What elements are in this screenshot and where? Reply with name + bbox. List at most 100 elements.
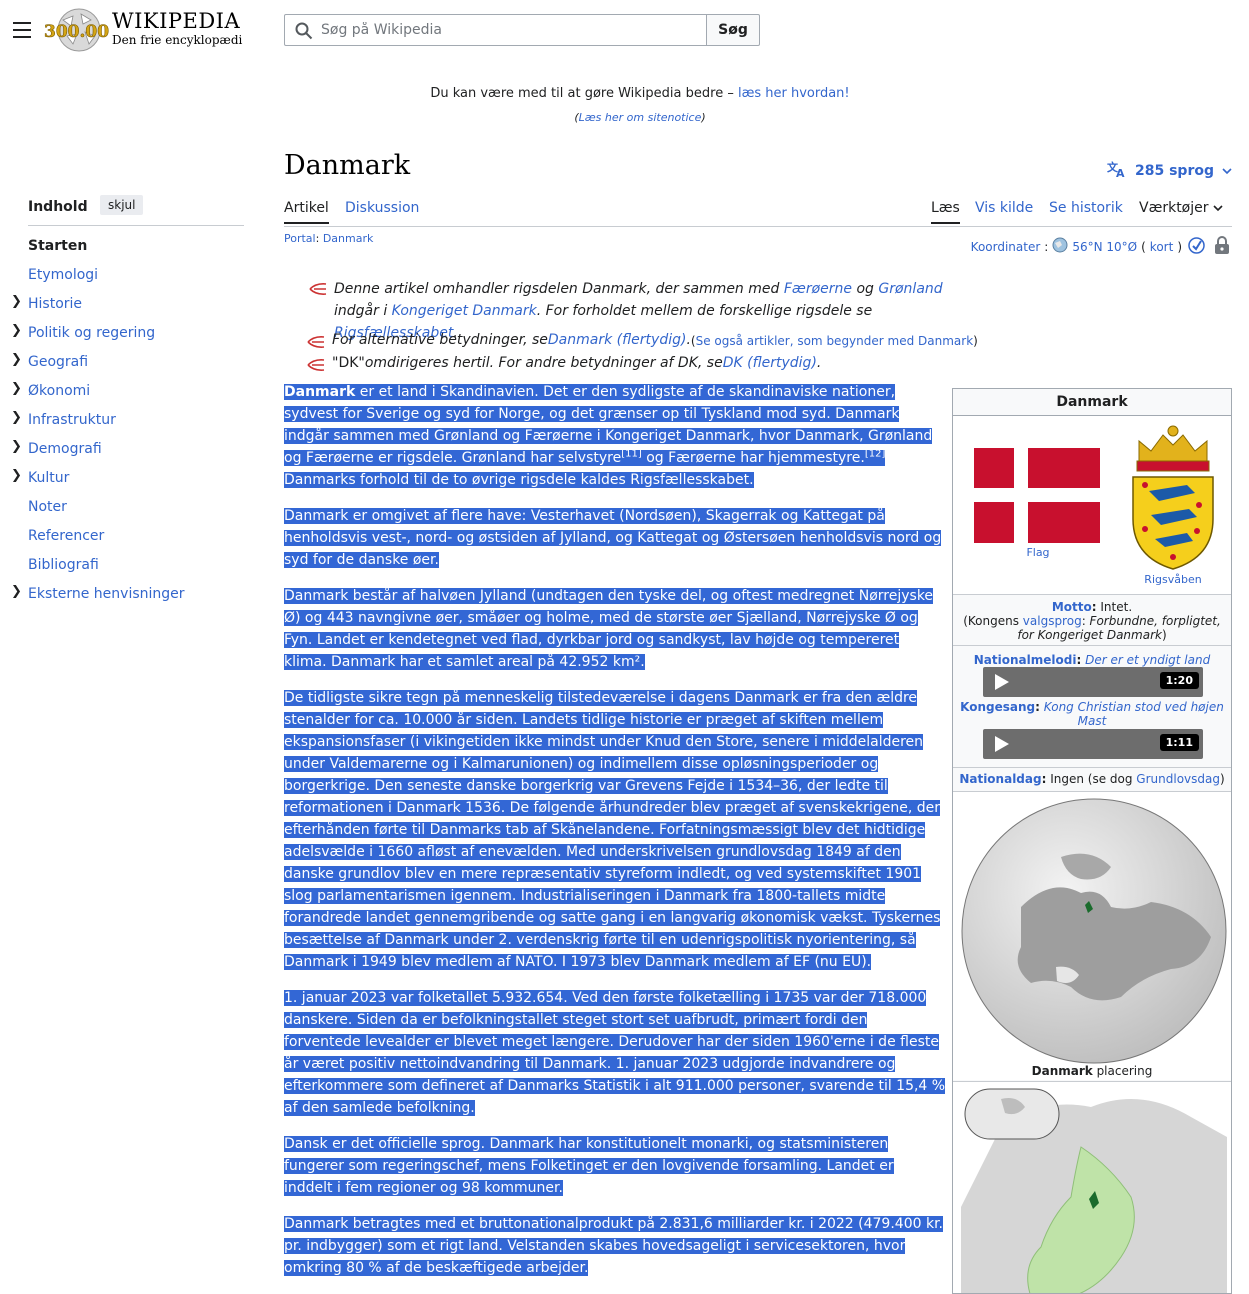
globe-map-image[interactable] <box>961 797 1227 1069</box>
paren-close: ) <box>1177 239 1182 254</box>
valgsprog-link[interactable]: valgsprog <box>1023 614 1082 628</box>
sitenotice-info-link[interactable]: Læs her om sitenotice <box>579 111 702 124</box>
logo-wordmark[interactable]: Wikipedia <box>112 9 240 33</box>
chevron-right-icon[interactable]: ❯ <box>11 294 22 309</box>
tab-discussion[interactable]: Diskussion <box>345 200 419 216</box>
reference-12[interactable]: [12] <box>865 448 886 459</box>
main-menu-button[interactable] <box>13 22 31 38</box>
chevron-right-icon[interactable]: ❯ <box>11 439 22 454</box>
hatnote-text: omdirigeres hertil. For andre betydninge… <box>364 355 723 371</box>
search-box <box>284 14 707 46</box>
reference-11[interactable]: [11] <box>621 448 642 459</box>
toc-item-bibliografi[interactable]: Bibliografi <box>28 557 99 573</box>
toc-item-infrastruktur[interactable]: Infrastruktur <box>28 412 116 428</box>
toc-item-politik[interactable]: Politik og regering <box>28 325 155 341</box>
paragraph-text: 1. januar 2023 var folketallet 5.932.654… <box>284 990 946 1116</box>
paragraph-intro: Danmark er et land i Skandinavien. Det e… <box>284 381 946 491</box>
link-prefix-search[interactable]: Se også artikler, som begynder med Danma… <box>696 334 974 348</box>
toc-divider <box>28 225 244 226</box>
chevron-right-icon[interactable]: ❯ <box>11 584 22 599</box>
tab-view-source[interactable]: Vis kilde <box>975 200 1033 216</box>
chevron-down-icon <box>1222 163 1232 179</box>
anthem-label[interactable]: Nationalmelodi <box>974 653 1077 667</box>
flag-caption[interactable]: Flag <box>1013 546 1063 559</box>
toc-item-okonomi[interactable]: Økonomi <box>28 383 90 399</box>
play-icon[interactable] <box>995 674 1009 690</box>
link-dk-flertydig[interactable]: DK (flertydig) <box>723 355 817 372</box>
coordinates: Koordinater: 56°N 10°Ø (kort) <box>971 237 1182 256</box>
toc-item-referencer[interactable]: Referencer <box>28 528 104 544</box>
portal-link-line: Portal: Danmark <box>284 232 373 245</box>
page-title: Danmark <box>284 150 411 181</box>
paragraph-text: Danmark er omgivet af flere have: Vester… <box>284 508 942 568</box>
chevron-right-icon[interactable]: ❯ <box>11 410 22 425</box>
chevron-right-icon[interactable]: ❯ <box>11 381 22 396</box>
disambiguation-icon <box>306 335 326 349</box>
map-link[interactable]: kort <box>1150 240 1174 254</box>
audio-player-royal-anthem[interactable]: 1:11 <box>983 729 1203 759</box>
audio-player-anthem[interactable]: 1:20 <box>983 667 1203 697</box>
paragraph-geography: Danmark består af halvøen Jylland (undta… <box>284 585 946 673</box>
hatnote-text: . <box>816 355 822 371</box>
paren-close: ) <box>701 111 706 124</box>
tab-history[interactable]: Se historik <box>1049 200 1123 216</box>
infobox-separator <box>953 767 1231 768</box>
disambiguation-icon <box>306 358 326 372</box>
link-danmark-flertydig[interactable]: Danmark (flertydig) <box>548 332 687 349</box>
toc-item-noter[interactable]: Noter <box>28 499 67 515</box>
svg-text:A: A <box>1116 167 1125 178</box>
chevron-right-icon[interactable]: ❯ <box>11 323 22 338</box>
toc-item-demografi[interactable]: Demografi <box>28 441 102 457</box>
language-count: 285 sprog <box>1135 163 1214 179</box>
tab-read[interactable]: Læs <box>931 200 960 224</box>
toc-hide-button[interactable]: skjul <box>100 195 144 215</box>
map-caption: Danmark placering <box>957 1064 1227 1078</box>
portal-danmark-link[interactable]: Danmark <box>323 232 374 245</box>
national-day: Nationaldag: Ingen (se dog Grundlovsdag) <box>957 772 1227 786</box>
toc-item-historie[interactable]: Historie <box>28 296 82 312</box>
paragraph-population: 1. januar 2023 var folketallet 5.932.654… <box>284 987 946 1119</box>
coordinates-value[interactable]: 56°N 10°Ø <box>1072 240 1137 254</box>
link-groenland[interactable]: Grønland <box>878 281 942 297</box>
toc-item-etymologi[interactable]: Etymologi <box>28 267 98 283</box>
chevron-right-icon[interactable]: ❯ <box>11 352 22 367</box>
coat-of-arms-image[interactable] <box>1129 421 1217 575</box>
sitenotice-info: (Læs her om sitenotice) <box>284 111 996 124</box>
link-kongeriget[interactable]: Kongeriget Danmark <box>392 303 537 319</box>
wikipedia-logo[interactable]: 300.000 <box>43 6 121 54</box>
anthem-link[interactable]: Der er et yndigt land <box>1085 653 1210 667</box>
motto-label[interactable]: Motto <box>1052 600 1092 614</box>
grundlovsdag-link[interactable]: Grundlovsdag <box>1136 772 1220 786</box>
portal-label[interactable]: Portal <box>284 232 316 245</box>
bold-danmark: Danmark <box>284 384 356 400</box>
motto-note: (Kongens <box>963 614 1023 628</box>
infobox-separator <box>953 594 1231 595</box>
link-faeroerne[interactable]: Færøerne <box>784 281 852 297</box>
toc-item-starten[interactable]: Starten <box>28 238 87 254</box>
royal-anthem: Kongesang: Kong Christian stod ved højen… <box>957 700 1227 728</box>
sitenotice-link[interactable]: læs her hvordan! <box>738 86 850 101</box>
language-button[interactable]: 文A 285 sprog <box>1107 160 1232 182</box>
toc-item-geografi[interactable]: Geografi <box>28 354 88 370</box>
search-input[interactable] <box>319 15 699 45</box>
paragraph-politics: Dansk er det officielle sprog. Danmark h… <box>284 1133 946 1199</box>
coordinates-label[interactable]: Koordinater <box>971 240 1041 254</box>
tab-tools[interactable]: Værktøjer <box>1139 200 1223 216</box>
national-day-label[interactable]: Nationaldag <box>959 772 1041 786</box>
chevron-down-icon <box>1213 200 1223 216</box>
eu-map-image[interactable] <box>961 1087 1227 1293</box>
royal-anthem-link[interactable]: Kong Christian stod ved højen Mast <box>1044 700 1224 728</box>
toc-item-kultur[interactable]: Kultur <box>28 470 69 486</box>
toc-item-eksterne[interactable]: Eksterne henvisninger <box>28 586 185 602</box>
search-button[interactable]: Søg <box>706 14 760 46</box>
royal-anthem-label[interactable]: Kongesang <box>960 700 1035 714</box>
disambiguation-icon <box>308 281 328 295</box>
lock-icon[interactable] <box>1214 236 1230 259</box>
play-icon[interactable] <box>995 736 1009 752</box>
chevron-right-icon[interactable]: ❯ <box>11 468 22 483</box>
tab-article[interactable]: Artikel <box>284 200 329 224</box>
featured-article-icon[interactable] <box>1188 237 1205 258</box>
coat-of-arms-caption[interactable]: Rigsvåben <box>1133 573 1213 586</box>
flag-image[interactable] <box>974 448 1100 547</box>
hatnote-text: Denne artikel omhandler rigsdelen Danmar… <box>334 281 784 297</box>
